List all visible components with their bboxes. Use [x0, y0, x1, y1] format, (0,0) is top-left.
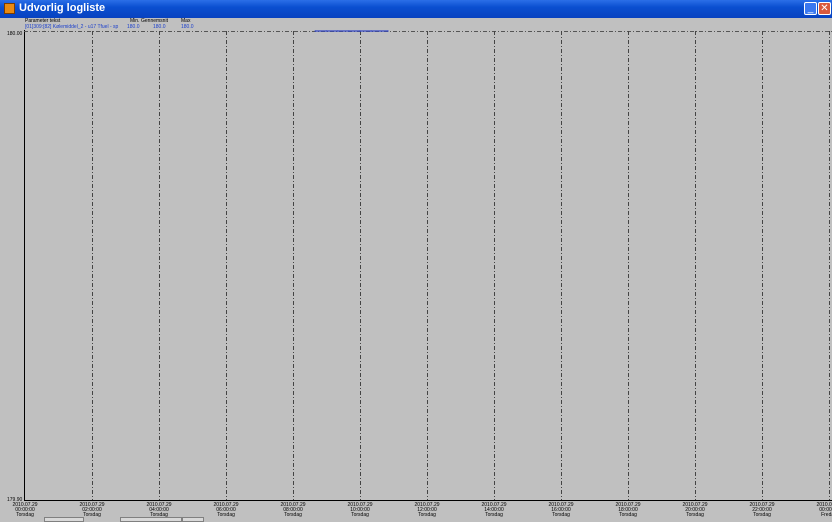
bottom-tab-strip [0, 517, 832, 522]
x-tick-label: 2010.07.29 04:00:00 Torsdag [139, 503, 179, 518]
x-gridlines [92, 31, 830, 500]
series-point [336, 30, 339, 32]
x-tick-label: 2010.07.29 18:00:00 Torsdag [608, 503, 648, 518]
chart-plot-area[interactable] [0, 0, 832, 522]
x-tick-label: 2010.07.29 14:00:00 Torsdag [474, 503, 514, 518]
x-tick-label: 2010.07.3000:00:00Fredag [809, 503, 832, 518]
series-point [370, 30, 373, 32]
x-tick-label: 2010.07.29 00:00:00 Torsdag [5, 503, 45, 518]
series-point [314, 30, 317, 32]
series-point [325, 30, 328, 32]
bottom-tab[interactable] [120, 517, 182, 522]
bottom-tab[interactable] [182, 517, 204, 522]
bottom-tab[interactable] [44, 517, 84, 522]
series-point [359, 30, 361, 32]
x-tick-label: 2010.07.29 16:00:00 Torsdag [541, 503, 581, 518]
x-tick-label: 2010.07.29 06:00:00 Torsdag [206, 503, 246, 518]
x-tick-label: 2010.07.29 02:00:00 Torsdag [72, 503, 112, 518]
x-tick-label: 2010.07.29 10:00:00 Torsdag [340, 503, 380, 518]
x-tick-label: 2010.07.29 12:00:00 Torsdag [407, 503, 447, 518]
series-point [348, 30, 350, 32]
x-tick-label: 2010.07.29 20:00:00 Torsdag [675, 503, 715, 518]
x-tick-label: 2010.07.29 22:00:00 Torsdag [742, 503, 782, 518]
series-point [387, 30, 389, 32]
x-tick-label: 2010.07.29 08:00:00 Torsdag [273, 503, 313, 518]
